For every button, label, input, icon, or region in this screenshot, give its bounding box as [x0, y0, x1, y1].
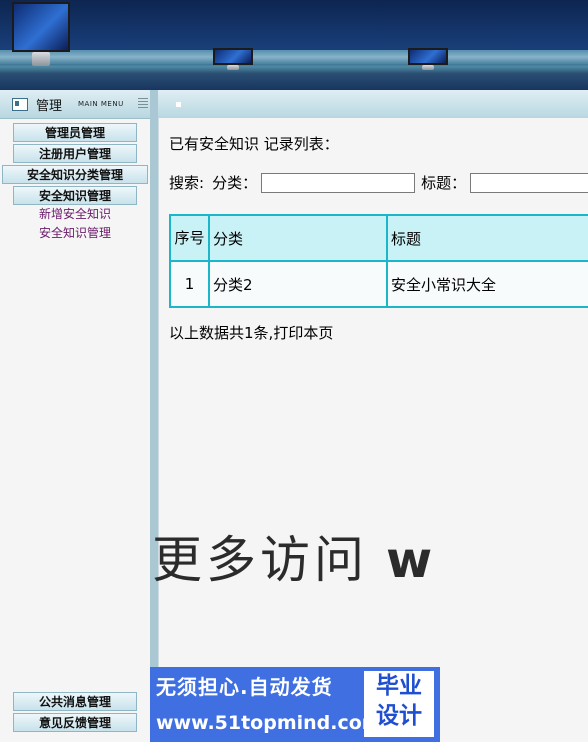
watermark-text: 更多访问 w [152, 520, 436, 592]
sidebar-item-knowledge-manage[interactable]: 安全知识管理 [13, 186, 137, 205]
monitor-stand [227, 65, 239, 70]
menu-icon [12, 97, 28, 111]
sidebar-title: 管理 [36, 98, 63, 114]
table-row: 1 分类2 安全小常识大全 [169, 260, 588, 308]
monitor-image-small-2 [408, 48, 448, 70]
cell-title[interactable]: 安全小常识大全 [386, 260, 588, 308]
banner-shine [0, 50, 588, 64]
sidebar-item-public-messages[interactable]: 公共消息管理 [13, 692, 137, 711]
summary-text: 以上数据共1条, [169, 324, 274, 342]
watermark-latin: w [386, 531, 437, 589]
print-link[interactable]: 打印本页 [273, 324, 333, 342]
monitor-screen [213, 48, 253, 66]
search-row: 搜索: 分类： 标题： [169, 172, 588, 193]
monitor-image-small-1 [213, 48, 253, 70]
title-label: 标题： [421, 174, 467, 192]
monitor-screen [12, 2, 70, 52]
ad-line-2: www.51topmind.com [156, 712, 382, 734]
sidebar-header: 管理 MAIN MENU [0, 90, 150, 119]
knowledge-table: 序号 分类 标题 1 分类2 安全小常识大全 [169, 214, 588, 308]
monitor-stand [422, 65, 434, 70]
watermark-chinese: 更多访问 [152, 531, 368, 589]
collapse-handle-icon[interactable] [138, 98, 148, 109]
sidebar: 管理 MAIN MENU 管理员管理 注册用户管理 安全知识分类管理 安全知识管… [0, 90, 158, 742]
ad-line-1: 无须担心.自动发货 [156, 675, 333, 699]
cell-category: 分类2 [208, 260, 388, 308]
category-label: 分类： [212, 174, 258, 192]
header-title: 标题 [386, 214, 588, 262]
list-title: 已有安全知识 记录列表： [169, 135, 339, 153]
ad-badge-line-1: 毕业 [376, 673, 422, 699]
monitor-screen [408, 48, 448, 66]
sidebar-item-feedback[interactable]: 意见反馈管理 [13, 713, 137, 732]
content-frame: 已有安全知识 记录列表： 搜索: 分类： 标题： 序号 分类 标题 1 分类2 … [158, 118, 588, 742]
sidebar-item-admin-manage[interactable]: 管理员管理 [13, 123, 137, 142]
ad-badge-line-2: 设计 [376, 703, 422, 729]
submenu-add-knowledge[interactable]: 新增安全知识 [0, 205, 150, 224]
category-search-input[interactable] [261, 172, 416, 193]
header-bullet-icon [176, 102, 181, 107]
search-label: 搜索: [169, 174, 205, 192]
sidebar-bottom: 公共消息管理 意见反馈管理 [0, 690, 150, 732]
header-category: 分类 [208, 214, 388, 262]
summary-line: 以上数据共1条,打印本页 [169, 322, 333, 343]
ad-banner[interactable]: 无须担心.自动发货 www.51topmind.com 毕业 设计 [150, 667, 440, 742]
cell-seq: 1 [169, 260, 210, 308]
title-search-input[interactable] [470, 172, 588, 193]
table-header-row: 序号 分类 标题 [169, 214, 588, 262]
ad-badge: 毕业 设计 [364, 671, 434, 737]
sidebar-item-user-manage[interactable]: 注册用户管理 [13, 144, 137, 163]
sidebar-item-category-manage[interactable]: 安全知识分类管理 [2, 165, 148, 184]
monitor-stand [32, 51, 50, 66]
content-header-bar [158, 90, 588, 119]
header-seq: 序号 [169, 214, 210, 262]
monitor-image-large [12, 2, 70, 66]
sidebar-subtitle: MAIN MENU [78, 100, 124, 108]
ad-text: 无须担心.自动发货 www.51topmind.com [156, 671, 382, 734]
top-banner [0, 0, 588, 90]
submenu-knowledge-manage[interactable]: 安全知识管理 [0, 224, 150, 243]
